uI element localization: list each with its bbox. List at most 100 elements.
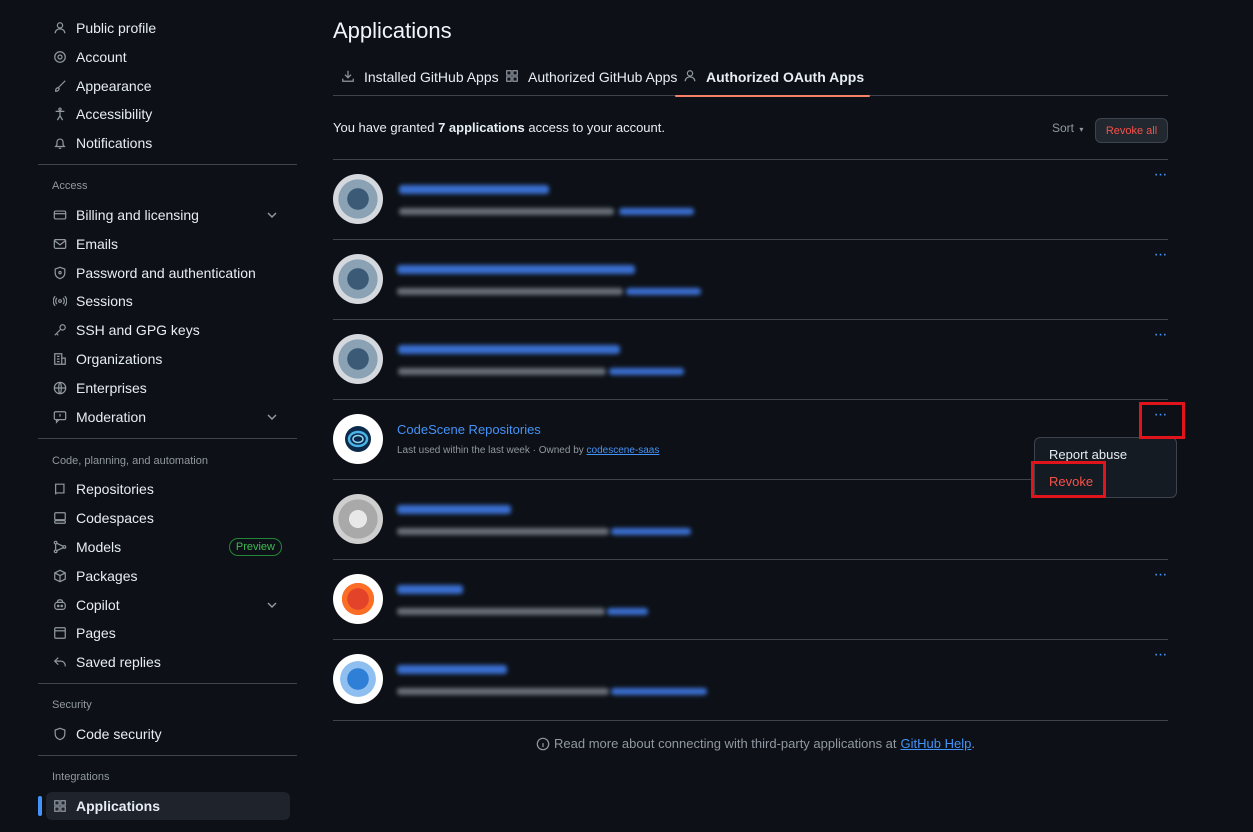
report-icon: [52, 409, 68, 425]
oauth-app-row: ···: [333, 319, 1168, 399]
app-owner-link[interactable]: codescene-saas: [587, 445, 660, 456]
app-avatar: [333, 174, 383, 224]
app-avatar: [333, 574, 383, 624]
tab-label: Authorized GitHub Apps: [528, 69, 678, 85]
redacted-app-name: [397, 585, 463, 594]
section-heading-security: Security: [52, 699, 92, 711]
redacted-app-name: [397, 505, 511, 514]
app-avatar: [333, 334, 383, 384]
redacted-app-meta: [397, 288, 623, 295]
sidebar-item-label: Billing and licensing: [76, 207, 199, 223]
sidebar-item-enterprises[interactable]: Enterprises: [46, 374, 290, 402]
globe-icon: [52, 380, 68, 396]
sidebar-item-copilot[interactable]: Copilot: [46, 591, 290, 619]
oauth-app-row: ···: [333, 159, 1168, 239]
sidebar-item-organizations[interactable]: Organizations: [46, 345, 290, 373]
more-options-icon[interactable]: ···: [1152, 247, 1168, 266]
tab-bar: Installed GitHub Apps Authorized GitHub …: [333, 58, 1168, 97]
redacted-app-name: [397, 265, 635, 274]
tab-authorized-github-apps[interactable]: Authorized GitHub Apps: [505, 58, 677, 96]
sidebar-item-pages[interactable]: Pages: [46, 619, 290, 647]
redacted-app-meta: [397, 688, 609, 695]
sidebar-item-emails[interactable]: Emails: [46, 230, 290, 258]
sidebar-item-accessibility[interactable]: Accessibility: [46, 100, 290, 128]
browser-icon: [52, 625, 68, 641]
shield-lock-icon: [52, 265, 68, 281]
chevron-down-icon[interactable]: [264, 207, 280, 223]
tab-label: Authorized OAuth Apps: [706, 69, 865, 85]
tab-authorized-oauth-apps[interactable]: Authorized OAuth Apps: [674, 58, 871, 97]
redacted-owner-link: [607, 608, 648, 615]
main-content: Applications Installed GitHub Apps Autho…: [333, 0, 1168, 832]
sidebar-divider: [38, 164, 297, 165]
active-indicator: [38, 796, 42, 816]
app-avatar: [333, 494, 383, 544]
redacted-app-meta: [397, 528, 609, 535]
chevron-down-icon[interactable]: [264, 409, 280, 425]
highlight-revoke: [1031, 461, 1106, 498]
preview-badge: Preview: [228, 538, 282, 556]
sidebar-item-label: Models: [76, 539, 122, 555]
sidebar-item-ssh-gpg-keys[interactable]: SSH and GPG keys: [46, 316, 290, 344]
sidebar-item-account[interactable]: Account: [46, 43, 290, 71]
sidebar-item-models[interactable]: Models Preview: [46, 533, 290, 561]
sidebar-divider: [38, 438, 297, 439]
revoke-all-button[interactable]: Revoke all: [1095, 118, 1168, 143]
sidebar-item-label: Saved replies: [76, 654, 161, 670]
sidebar-item-label: Emails: [76, 236, 119, 252]
chevron-down-icon[interactable]: [264, 597, 280, 613]
sidebar-item-repositories[interactable]: Repositories: [46, 475, 290, 503]
redacted-app-name: [399, 185, 549, 194]
sidebar-item-sessions[interactable]: Sessions: [46, 287, 290, 315]
github-help-link[interactable]: GitHub Help: [901, 736, 972, 751]
repo-icon: [52, 481, 68, 497]
redacted-app-name: [398, 345, 620, 354]
sidebar-item-code-security[interactable]: Code security: [46, 720, 290, 748]
summary-count: 7 applications: [438, 120, 525, 135]
help-note-period: .: [971, 736, 975, 751]
sort-dropdown[interactable]: Sort ▾: [1052, 121, 1083, 135]
redacted-app-meta: [399, 208, 614, 215]
sidebar-item-moderation[interactable]: Moderation: [46, 403, 290, 431]
oauth-app-row: ···: [333, 559, 1168, 639]
sidebar-item-appearance[interactable]: Appearance: [46, 72, 290, 100]
more-options-icon[interactable]: ···: [1152, 167, 1168, 186]
sidebar-item-label: Account: [76, 49, 127, 65]
sidebar-item-label: Codespaces: [76, 510, 154, 526]
credit-card-icon: [52, 207, 68, 223]
shield-check-icon: [52, 726, 68, 742]
redacted-owner-link: [626, 288, 701, 295]
package-icon: [52, 568, 68, 584]
app-name-link[interactable]: CodeScene Repositories: [397, 422, 541, 437]
sidebar-item-notifications[interactable]: Notifications: [46, 129, 290, 157]
redacted-app-name: [397, 665, 507, 674]
tab-label: Installed GitHub Apps: [364, 69, 499, 85]
paintbrush-icon: [52, 78, 68, 94]
sidebar-item-label: Moderation: [76, 409, 147, 425]
gear-icon: [52, 49, 68, 65]
app-meta-text: Last used within the last week · Owned b…: [397, 445, 584, 456]
sidebar-item-codespaces[interactable]: Codespaces: [46, 504, 290, 532]
sidebar-item-public-profile[interactable]: Public profile: [46, 14, 290, 42]
grant-summary: You have granted 7 applications access t…: [333, 120, 665, 135]
sidebar-item-label: Enterprises: [76, 380, 147, 396]
sidebar-item-billing[interactable]: Billing and licensing: [46, 201, 290, 229]
settings-sidebar: Public profile Account Appearance Access…: [38, 0, 298, 832]
tab-installed-github-apps[interactable]: Installed GitHub Apps: [341, 58, 499, 96]
report-abuse-menu-item[interactable]: Report abuse: [1049, 447, 1127, 462]
download-icon: [341, 69, 357, 85]
oauth-app-row: ···: [333, 239, 1168, 319]
sidebar-item-saved-replies[interactable]: Saved replies: [46, 648, 290, 676]
sidebar-divider: [38, 683, 297, 684]
broadcast-icon: [52, 293, 68, 309]
sidebar-item-applications[interactable]: Applications: [38, 792, 290, 820]
redacted-app-meta: [397, 608, 605, 615]
summary-prefix: You have granted: [333, 120, 435, 135]
more-options-icon[interactable]: ···: [1152, 567, 1168, 586]
section-heading-integrations: Integrations: [52, 771, 110, 783]
section-heading-code: Code, planning, and automation: [52, 455, 208, 467]
sidebar-item-packages[interactable]: Packages: [46, 562, 290, 590]
sidebar-item-password[interactable]: Password and authentication: [46, 259, 290, 287]
more-options-icon[interactable]: ···: [1152, 327, 1168, 346]
more-options-icon[interactable]: ···: [1152, 647, 1168, 666]
